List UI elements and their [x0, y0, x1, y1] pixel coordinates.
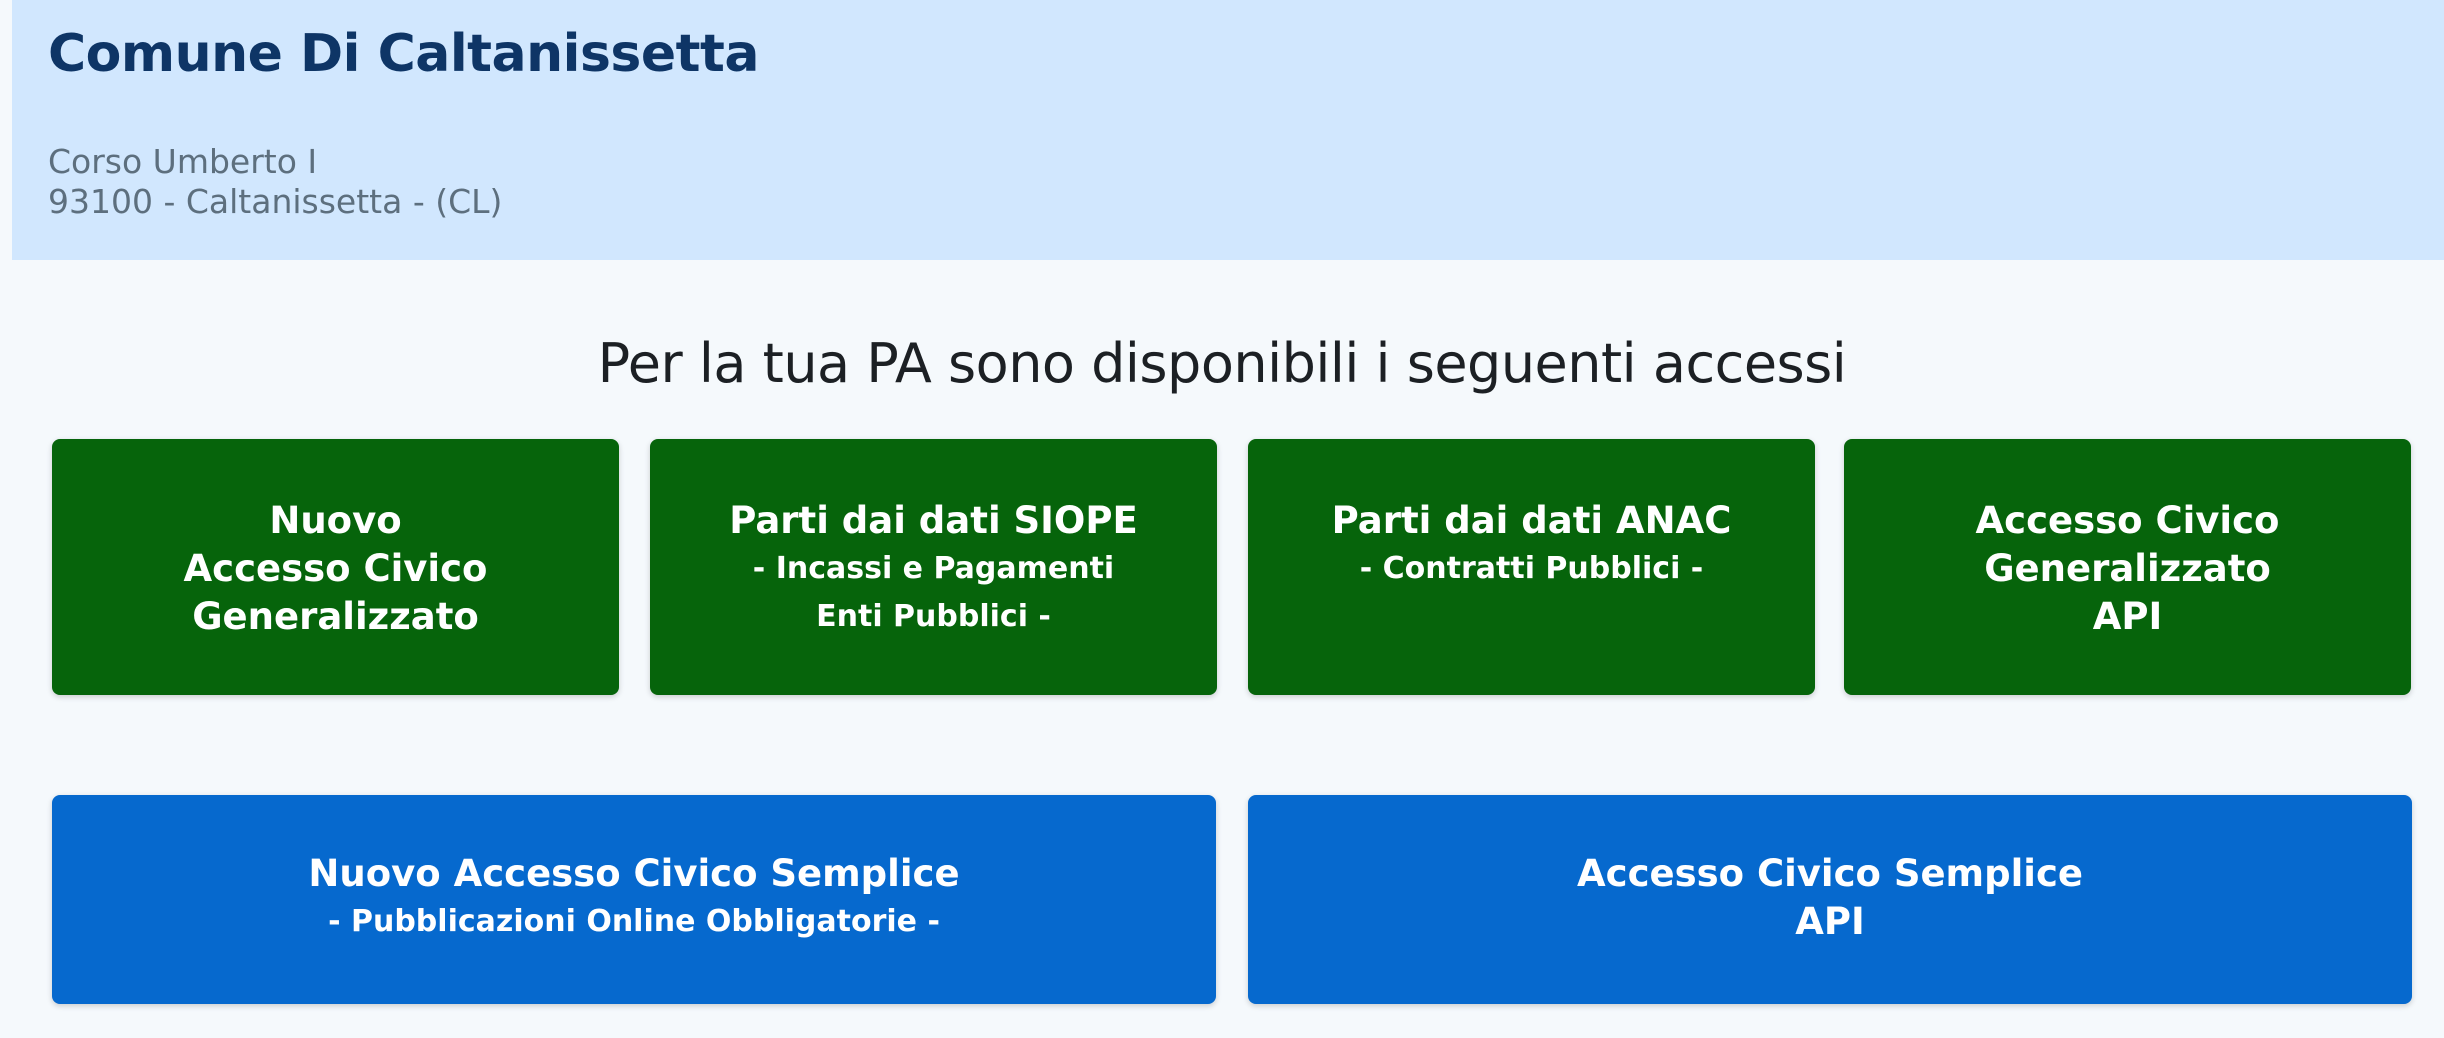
card-subtitle-line: - Incassi e Pagamenti — [752, 551, 1115, 586]
card-title: Parti dai dati SIOPE — [729, 499, 1138, 542]
siope-data-button[interactable]: Parti dai dati SIOPE - Incassi e Pagamen… — [650, 439, 1217, 695]
header-banner: Comune Di Caltanissetta Corso Umberto I … — [12, 0, 2444, 260]
card-subtitle: - Contratti Pubblici - — [1359, 551, 1704, 586]
new-generalized-civic-access-button[interactable]: Nuovo Accesso Civico Generalizzato — [52, 439, 619, 695]
card-title-line: API — [1795, 900, 1865, 943]
card-subtitle-line: Enti Pubblici - — [816, 599, 1051, 634]
anac-data-button[interactable]: Parti dai dati ANAC - Contratti Pubblici… — [1248, 439, 1815, 695]
org-name: Comune Di Caltanissetta — [48, 24, 759, 84]
address-city: 93100 - Caltanissetta - (CL) — [48, 182, 503, 221]
address-street: Corso Umberto I — [48, 142, 318, 181]
card-title: Parti dai dati ANAC — [1331, 499, 1732, 542]
simple-civic-access-api-button[interactable]: Accesso Civico Semplice API — [1248, 795, 2412, 1004]
card-title-line: API — [2092, 595, 2163, 638]
card-title-line: Nuovo — [269, 499, 402, 542]
card-title: Nuovo Accesso Civico Semplice — [308, 852, 960, 895]
new-simple-civic-access-button[interactable]: Nuovo Accesso Civico Semplice - Pubblica… — [52, 795, 1216, 1004]
card-title-line: Generalizzato — [1984, 547, 2271, 590]
card-title-line: Accesso Civico — [1975, 499, 2280, 542]
card-subtitle: - Pubblicazioni Online Obbligatorie - — [328, 904, 940, 939]
card-title-line: Accesso Civico — [183, 547, 488, 590]
card-title-line: Generalizzato — [192, 595, 479, 638]
card-title-line: Accesso Civico Semplice — [1577, 852, 2083, 895]
intro-heading: Per la tua PA sono disponibili i seguent… — [597, 332, 1847, 395]
generalized-civic-access-api-button[interactable]: Accesso Civico Generalizzato API — [1844, 439, 2411, 695]
